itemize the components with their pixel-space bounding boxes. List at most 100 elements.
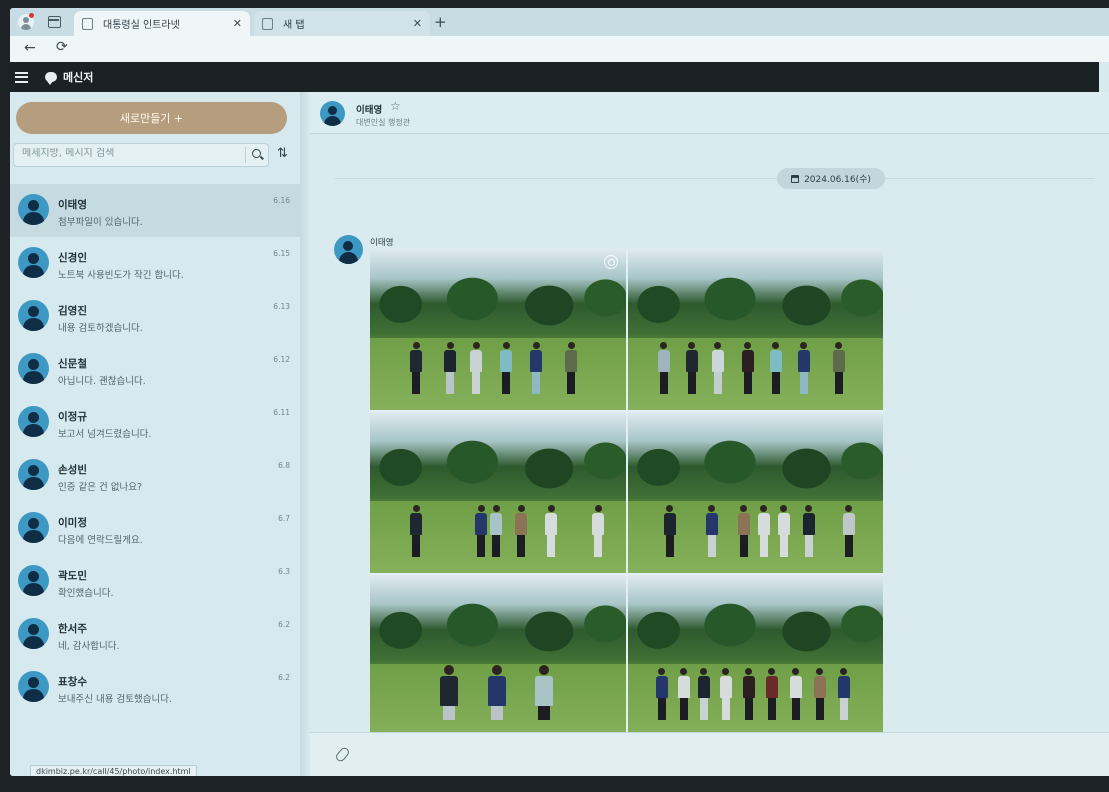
tab-title: 대통령실 인트라넷 (103, 20, 180, 31)
contact-name: 표창수 (58, 676, 87, 688)
avatar (18, 300, 49, 331)
divider (300, 92, 310, 776)
new-chat-button[interactable]: 새로만들기 + (16, 102, 287, 134)
search-icon[interactable] (252, 149, 261, 158)
message-date: 6.15 (273, 249, 290, 258)
chat-contact-name: 이태영 (356, 105, 383, 116)
conversation-list: 이태영 첨부파일이 있습니다. 6.16 신경인 노트북 사용빈도가 작긴 합니… (10, 184, 300, 714)
avatar (18, 247, 49, 278)
conversation-item[interactable]: 이태영 첨부파일이 있습니다. 6.16 (10, 184, 300, 237)
message-date: 6.16 (273, 196, 290, 205)
search-box (13, 143, 269, 167)
group-photo[interactable] (370, 575, 626, 736)
chat-pane: 이태영 ☆ 대변인실 행정관 2024.06.16(수) 이태영 (310, 92, 1109, 776)
conversation-item[interactable]: 이정규 보고서 넘겨드렸습니다. 6.11 (10, 396, 300, 449)
chat-header: 이태영 ☆ 대변인실 행정관 (310, 92, 1109, 134)
conversation-item[interactable]: 손성빈 인증 같은 건 없나요? 6.8 (10, 449, 300, 502)
conversation-item[interactable]: 신문철 아닙니다. 괜찮습니다. 6.12 (10, 343, 300, 396)
notification-dot (29, 13, 34, 18)
select-photo-icon[interactable] (603, 255, 618, 269)
tab-strip: 대통령실 인트라넷 ✕ 새 탭 ✕ + (10, 8, 1109, 36)
last-message: 인증 같은 건 없나요? (58, 482, 143, 493)
back-arrow-icon[interactable]: ← (24, 40, 36, 56)
page-icon (262, 17, 273, 30)
message-date: 6.8 (278, 461, 290, 470)
app-header: 메신저 (10, 62, 1099, 92)
message-date: 6.3 (278, 567, 290, 576)
group-photo[interactable] (627, 412, 883, 573)
calendar-icon (791, 174, 800, 183)
last-message: 보내주신 내용 검토했습니다. (58, 694, 172, 705)
contact-name: 김영진 (58, 305, 87, 317)
message-date: 6.11 (273, 408, 290, 417)
last-message: 네, 감사합니다. (58, 641, 120, 652)
group-photo[interactable] (370, 249, 626, 410)
address-bar: ← ⟳ (10, 36, 1109, 62)
last-message: 내용 검토하겠습니다. (58, 323, 143, 334)
conversation-item[interactable]: 김영진 내용 검토하겠습니다. 6.13 (10, 290, 300, 343)
sender-name: 이태영 (370, 238, 394, 248)
group-photo[interactable] (627, 575, 883, 736)
last-message: 노트북 사용빈도가 작긴 합니다. (58, 270, 184, 281)
conversation-sidebar: 새로만들기 + ⇅ 이태영 첨부파일이 있습니다. 6.16 신경인 노트북 사… (10, 92, 310, 776)
sort-icon[interactable]: ⇅ (277, 146, 288, 161)
paperclip-icon[interactable] (334, 745, 351, 764)
avatar[interactable] (320, 101, 345, 126)
last-message: 확인했습니다. (58, 588, 114, 599)
conversation-item[interactable]: 한서주 네, 감사합니다. 6.2 (10, 608, 300, 661)
date-separator: 2024.06.16(수) (777, 168, 885, 189)
message-date: 6.7 (278, 514, 290, 523)
conversation-item[interactable]: 이미정 다음에 연락드릴게요. 6.7 (10, 502, 300, 555)
avatar (18, 194, 49, 225)
conversation-item[interactable]: 곽도민 확인했습니다. 6.3 (10, 555, 300, 608)
link-status-url: dkimbiz.pe.kr/call/45/photo/index.html (30, 765, 197, 776)
message-composer (310, 732, 1109, 776)
contact-name: 한서주 (58, 623, 87, 635)
tab-intranet[interactable]: 대통령실 인트라넷 ✕ (74, 11, 250, 36)
tab-new-tab[interactable]: 새 탭 ✕ (254, 11, 430, 36)
conversation-item[interactable]: 신경인 노트북 사용빈도가 작긴 합니다. 6.15 (10, 237, 300, 290)
chat-contact-title: 대변인실 행정관 (356, 118, 411, 127)
tab-title: 새 탭 (283, 20, 305, 31)
last-message: 다음에 연락드릴게요. (58, 535, 143, 546)
message-date: 6.2 (278, 673, 290, 682)
group-photo[interactable] (627, 249, 883, 410)
group-photo[interactable] (370, 412, 626, 573)
photo-attachment-grid (370, 249, 883, 736)
last-message: 아닙니다. 괜찮습니다. (58, 376, 146, 387)
tab-close-icon[interactable]: ✕ (413, 17, 422, 30)
contact-name: 이태영 (58, 199, 87, 211)
avatar (18, 671, 49, 702)
contact-name: 신문철 (58, 358, 87, 370)
message-date: 6.13 (273, 302, 290, 311)
new-tab-button[interactable]: + (434, 13, 447, 31)
contact-name: 손성빈 (58, 464, 87, 476)
last-message: 첨부파일이 있습니다. (58, 217, 143, 228)
last-message: 보고서 넘겨드렸습니다. (58, 429, 152, 440)
divider (245, 147, 246, 163)
date-label: 2024.06.16(수) (804, 175, 871, 185)
avatar (18, 459, 49, 490)
message-date: 6.12 (273, 355, 290, 364)
avatar (18, 618, 49, 649)
avatar (18, 406, 49, 437)
avatar (18, 565, 49, 596)
conversation-item[interactable]: 표창수 보내주신 내용 검토했습니다. 6.2 (10, 661, 300, 714)
contact-name: 이정규 (58, 411, 87, 423)
avatar (18, 353, 49, 384)
search-input[interactable] (22, 148, 232, 159)
sender-avatar[interactable] (334, 235, 363, 264)
contact-name: 신경인 (58, 252, 87, 264)
contact-name: 이미정 (58, 517, 87, 529)
app-title: 메신저 (63, 71, 94, 84)
message-date: 6.2 (278, 620, 290, 629)
reload-icon[interactable]: ⟳ (56, 39, 68, 55)
star-icon[interactable]: ☆ (390, 99, 401, 113)
chat-bubble-icon (45, 72, 57, 85)
date-divider (335, 178, 1095, 179)
avatar (18, 512, 49, 543)
hamburger-menu-icon[interactable] (15, 71, 28, 83)
contact-name: 곽도민 (58, 570, 87, 582)
tab-close-icon[interactable]: ✕ (233, 17, 242, 30)
tab-actions-icon[interactable] (48, 16, 61, 28)
